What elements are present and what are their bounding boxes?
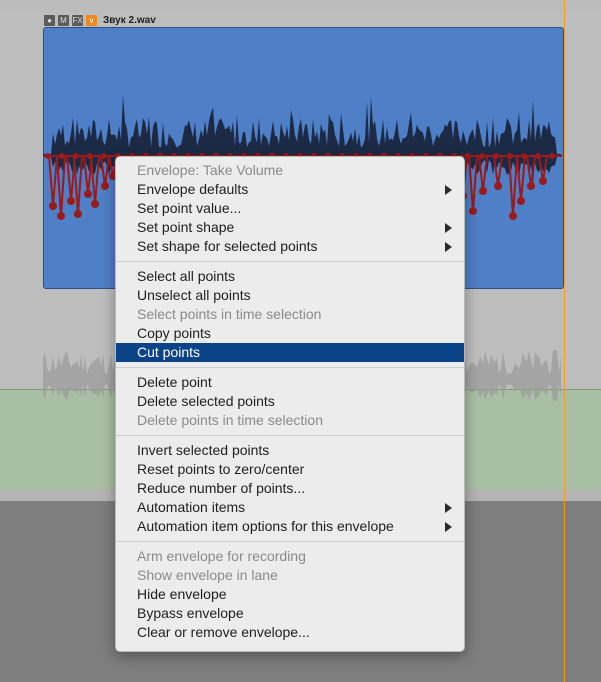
envelope-point — [509, 212, 517, 220]
menu-item-select-all-points[interactable]: Select all points — [116, 267, 464, 286]
envelope-point — [494, 182, 502, 190]
envelope-point — [469, 207, 477, 215]
submenu-arrow-icon — [445, 242, 452, 252]
envelope-point — [539, 177, 547, 185]
menu-item-set-point-value[interactable]: Set point value... — [116, 199, 464, 218]
envelope-point — [101, 153, 107, 159]
menu-item-bypass-envelope[interactable]: Bypass envelope — [116, 604, 464, 623]
envelope-point — [521, 153, 527, 159]
menu-item-label: Delete selected points — [137, 393, 275, 409]
submenu-arrow-icon — [445, 522, 452, 532]
menu-item-automation-items[interactable]: Automation items — [116, 498, 464, 517]
menu-item-label: Unselect all points — [137, 287, 251, 303]
menu-item-delete-points-in-time-selection: Delete points in time selection — [116, 411, 464, 430]
menu-item-show-envelope-in-lane: Show envelope in lane — [116, 566, 464, 585]
envelope-point — [527, 182, 535, 190]
menu-item-label: Automation item options for this envelop… — [137, 518, 394, 534]
menu-separator — [116, 541, 464, 542]
envelope-segment — [516, 155, 526, 202]
submenu-arrow-icon — [445, 185, 452, 195]
menu-item-label: Bypass envelope — [137, 605, 244, 621]
envelope-segment — [508, 155, 518, 217]
envelope-point — [49, 202, 57, 210]
menu-separator — [116, 261, 464, 262]
envelope-point — [493, 153, 499, 159]
menu-item-delete-point[interactable]: Delete point — [116, 373, 464, 392]
menu-item-arm-envelope-for-recording: Arm envelope for recording — [116, 547, 464, 566]
envelope-point — [517, 197, 525, 205]
envelope-point — [91, 200, 99, 208]
envelope-point — [45, 153, 51, 159]
take-envelope-icon[interactable]: ∨ — [86, 14, 97, 26]
media-item-name: Звук 2.wav — [103, 14, 156, 26]
menu-item-label: Select points in time selection — [137, 306, 322, 322]
fx-button[interactable]: FX — [72, 14, 83, 26]
menu-item-invert-selected-points[interactable]: Invert selected points — [116, 441, 464, 460]
menu-item-label: Select all points — [137, 268, 236, 284]
envelope-point — [87, 153, 93, 159]
mute-button[interactable]: M — [58, 14, 69, 26]
envelope-point — [73, 153, 79, 159]
submenu-arrow-icon — [445, 223, 452, 233]
menu-item-label: Delete point — [137, 374, 212, 390]
menu-item-select-points-in-time-selection: Select points in time selection — [116, 305, 464, 324]
context-menu: Envelope: Take Volume Envelope defaults Se… — [115, 156, 465, 652]
menu-item-label: Invert selected points — [137, 442, 270, 458]
menu-item-hide-envelope[interactable]: Hide envelope — [116, 585, 464, 604]
envelope-point — [101, 182, 109, 190]
menu-item-automation-item-options-for-this-envelope[interactable]: Automation item options for this envelop… — [116, 517, 464, 536]
envelope-point — [465, 153, 471, 159]
menu-item-label: Set point value... — [137, 200, 242, 216]
envelope-point — [535, 153, 541, 159]
menu-item-envelope-defaults[interactable]: Envelope defaults — [116, 180, 464, 199]
envelope-point — [479, 187, 487, 195]
menu-item-label: Set point shape — [137, 219, 235, 235]
envelope-point — [507, 153, 513, 159]
menu-item-label: Hide envelope — [137, 586, 227, 602]
submenu-arrow-icon — [445, 503, 452, 513]
envelope-point — [67, 197, 75, 205]
timeline-ruler[interactable] — [0, 0, 601, 12]
envelope-point — [549, 153, 555, 159]
menu-item-envelope-take-volume: Envelope: Take Volume — [116, 161, 464, 180]
menu-item-label: Reset points to zero/center — [137, 461, 305, 477]
menu-item-reset-points-to-zero-center[interactable]: Reset points to zero/center — [116, 460, 464, 479]
menu-item-clear-or-remove-envelope[interactable]: Clear or remove envelope... — [116, 623, 464, 642]
envelope-point — [74, 210, 82, 218]
menu-item-label: Arm envelope for recording — [137, 548, 306, 564]
menu-item-label: Set shape for selected points — [137, 238, 318, 254]
menu-separator — [116, 435, 464, 436]
envelope-point — [479, 153, 485, 159]
menu-item-label: Reduce number of points... — [137, 480, 306, 496]
menu-item-unselect-all-points[interactable]: Unselect all points — [116, 286, 464, 305]
envelope-point — [59, 153, 65, 159]
menu-item-label: Clear or remove envelope... — [137, 624, 310, 640]
menu-item-cut-points[interactable]: Cut points — [116, 343, 464, 362]
menu-item-label: Copy points — [137, 325, 211, 341]
playhead-cursor[interactable] — [564, 0, 565, 682]
menu-item-set-shape-for-selected-points[interactable]: Set shape for selected points — [116, 237, 464, 256]
menu-item-label: Show envelope in lane — [137, 567, 278, 583]
menu-item-label: Cut points — [137, 344, 201, 360]
menu-separator — [116, 367, 464, 368]
menu-item-copy-points[interactable]: Copy points — [116, 324, 464, 343]
envelope-point — [84, 190, 92, 198]
menu-item-label: Automation items — [137, 499, 246, 515]
menu-item-reduce-number-of-points[interactable]: Reduce number of points... — [116, 479, 464, 498]
menu-item-label: Envelope defaults — [137, 181, 249, 197]
menu-item-delete-selected-points[interactable]: Delete selected points — [116, 392, 464, 411]
menu-item-label: Delete points in time selection — [137, 412, 323, 428]
envelope-point — [57, 212, 65, 220]
lock-icon[interactable]: ● — [44, 14, 55, 26]
menu-item-set-point-shape[interactable]: Set point shape — [116, 218, 464, 237]
menu-item-label: Envelope: Take Volume — [137, 162, 284, 178]
media-item-header: ● M FX ∨ Звук 2.wav — [44, 13, 156, 27]
